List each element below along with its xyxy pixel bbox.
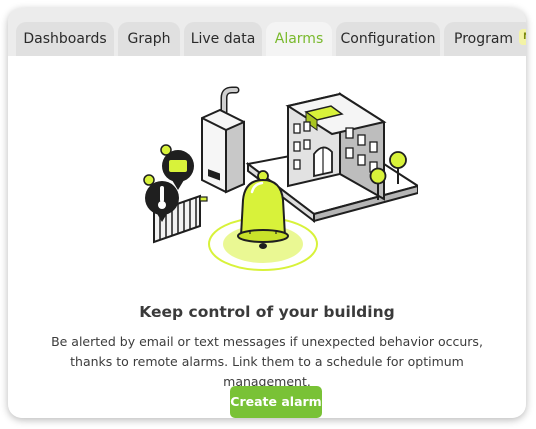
create-alarm-button[interactable]: Create alarm [230,386,322,418]
tab-graph[interactable]: Graph [118,22,180,56]
new-badge: NE [519,29,526,45]
building-alarm-illustration [143,86,418,271]
boiler-icon [201,86,245,194]
empty-state-description: Be alerted by email or text messages if … [51,334,483,389]
empty-state-title: Keep control of your building [139,303,395,321]
tab-configuration[interactable]: Configuration [336,22,440,56]
tab-program-label: Program [454,31,514,47]
tab-bar: Dashboards Graph Live data Alarms Config… [8,8,526,56]
tab-dashboards[interactable]: Dashboards [16,22,114,56]
tab-alarms[interactable]: Alarms [266,22,332,56]
alarms-panel: Dashboards Graph Live data Alarms Config… [8,8,526,418]
alarms-empty-state: Keep control of your building Be alerted… [8,56,526,418]
tab-program[interactable]: Program NE [444,22,526,56]
tab-live-data[interactable]: Live data [184,22,262,56]
